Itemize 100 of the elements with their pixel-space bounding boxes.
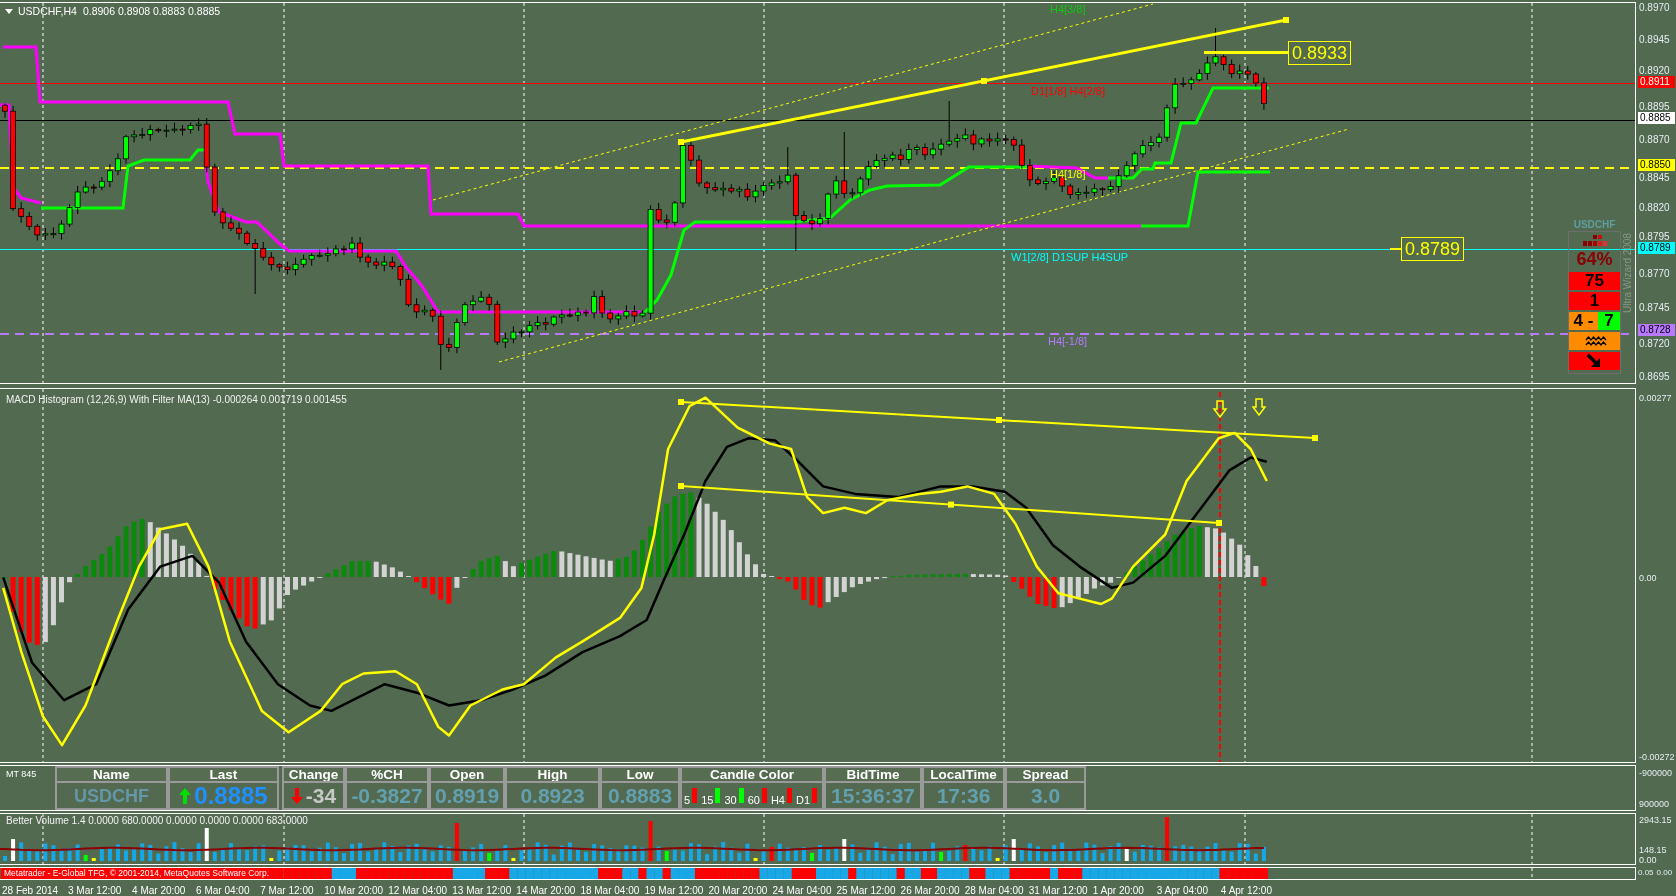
histogram-bar	[1051, 577, 1057, 608]
histogram-bar	[591, 557, 597, 577]
price-tag: 0.8850	[1638, 159, 1675, 171]
histogram-bar	[373, 561, 379, 577]
histogram-bar	[1059, 577, 1065, 608]
histogram-bar	[1196, 526, 1202, 577]
time-label: 26 Mar 20:00	[900, 885, 960, 896]
axis-label: 0.8695	[1639, 370, 1670, 382]
histogram-bar	[1140, 560, 1146, 577]
level-label: H4[3/8]	[1050, 3, 1086, 15]
histogram-bar	[50, 577, 56, 626]
time-label: 31 Mar 12:00	[1028, 885, 1088, 896]
histogram-bar	[67, 577, 73, 583]
histogram-bar	[841, 577, 847, 593]
indicator-title: MACD Histogram (12,26,9) With Filter MA(13) -0.000264 0.001719 0.001455	[6, 394, 347, 406]
histogram-bar	[801, 577, 807, 600]
histogram-bar	[1019, 577, 1025, 589]
histogram-bar	[252, 577, 258, 629]
histogram-bar	[1213, 528, 1218, 577]
histogram-bar	[543, 553, 549, 577]
histogram-bar	[866, 577, 871, 582]
histogram-bar	[640, 539, 646, 577]
timeframe-label: 15	[701, 795, 714, 806]
histogram-bar	[260, 577, 266, 625]
quote-value: 0.8883	[607, 784, 673, 807]
histogram-bar	[301, 577, 307, 586]
column-header: Open	[429, 766, 505, 781]
axis-label: 0.00	[1639, 855, 1657, 865]
histogram-bar	[753, 564, 758, 577]
axis-label: 2943.15	[1639, 815, 1672, 825]
axis-label: 0.8795	[1639, 230, 1670, 242]
down-arrow-icon	[1251, 398, 1267, 417]
histogram-bar	[1172, 534, 1178, 577]
histogram-bar	[446, 577, 452, 604]
histogram-bar	[34, 577, 40, 645]
signal-value: 1	[1569, 292, 1620, 310]
histogram-bar	[1180, 531, 1186, 577]
histogram-bar	[188, 553, 194, 577]
histogram-bar	[962, 573, 968, 577]
time-label: 3 Apr 04:00	[1156, 885, 1208, 896]
histogram-bar	[599, 559, 605, 577]
caret-icon[interactable]	[5, 9, 13, 14]
histogram-bar	[906, 574, 912, 577]
histogram-bar	[833, 577, 839, 597]
histogram-bar	[470, 568, 476, 577]
price-label: 0.8933	[1288, 41, 1352, 65]
time-label: 28 Feb 2014	[2, 885, 59, 896]
histogram-bar	[236, 577, 242, 619]
column-header: Candle Color	[680, 766, 824, 781]
column-header: Name	[55, 766, 168, 781]
axis-label: 900000	[1639, 799, 1670, 809]
indicator-title: Better Volume 1.4 0.0000 680.0000 0.0000 0.0000 0.0000 683.0000	[6, 815, 308, 827]
quote-value: 17:36	[936, 784, 991, 807]
histogram-bar	[946, 574, 952, 577]
time-label: 10 Mar 20:00	[324, 885, 384, 896]
histogram-bar	[147, 522, 153, 577]
histogram-bar	[987, 574, 993, 577]
axis-label: 0.8870	[1639, 133, 1670, 145]
histogram-bar	[309, 577, 315, 582]
histogram-bar	[575, 554, 581, 577]
column-header: Spread	[1005, 766, 1086, 781]
histogram-bar	[171, 539, 177, 577]
chart-symbol: USDCHF,H4	[18, 5, 77, 18]
histogram-bar	[325, 573, 331, 577]
timeframe-label: D1	[795, 795, 810, 806]
histogram-bar	[809, 577, 815, 606]
histogram-bar	[163, 533, 169, 577]
histogram-bar	[623, 556, 629, 577]
histogram-bar	[357, 560, 363, 577]
histogram-bar	[510, 566, 516, 577]
histogram-bar	[567, 553, 573, 577]
histogram-bar	[922, 574, 928, 577]
column-header: Last	[168, 766, 279, 781]
signal-value: 75	[1569, 272, 1620, 290]
histogram-bar	[535, 556, 541, 577]
histogram-bar	[1237, 544, 1243, 577]
histogram-bar	[180, 545, 186, 577]
column-header: BidTime	[824, 766, 922, 781]
axis-label: 0.00277	[1639, 393, 1672, 403]
histogram-bar	[381, 564, 387, 577]
axis-label: 148.15	[1639, 845, 1667, 855]
histogram-bar	[978, 574, 984, 577]
axis-label: 0.8945	[1639, 33, 1670, 45]
histogram-bar	[284, 577, 290, 595]
histogram-bar	[422, 577, 428, 589]
histogram-bar	[1035, 577, 1041, 604]
histogram-bar	[454, 577, 460, 588]
histogram-bar	[397, 571, 403, 577]
histogram-bar	[131, 521, 137, 577]
last-price: 0.8885	[194, 783, 268, 808]
axis-label: 0.00	[1639, 573, 1657, 583]
axis-label: -0.00272	[1639, 752, 1675, 762]
axis-label: 0.8770	[1639, 267, 1670, 279]
histogram-bar	[736, 542, 742, 577]
time-label: 25 Mar 12:00	[836, 885, 896, 896]
histogram-bar	[817, 577, 823, 608]
column-header: Change	[282, 766, 345, 781]
histogram-bar	[1148, 554, 1154, 577]
histogram-bar	[430, 577, 436, 595]
time-label: 4 Mar 20:00	[132, 885, 186, 896]
